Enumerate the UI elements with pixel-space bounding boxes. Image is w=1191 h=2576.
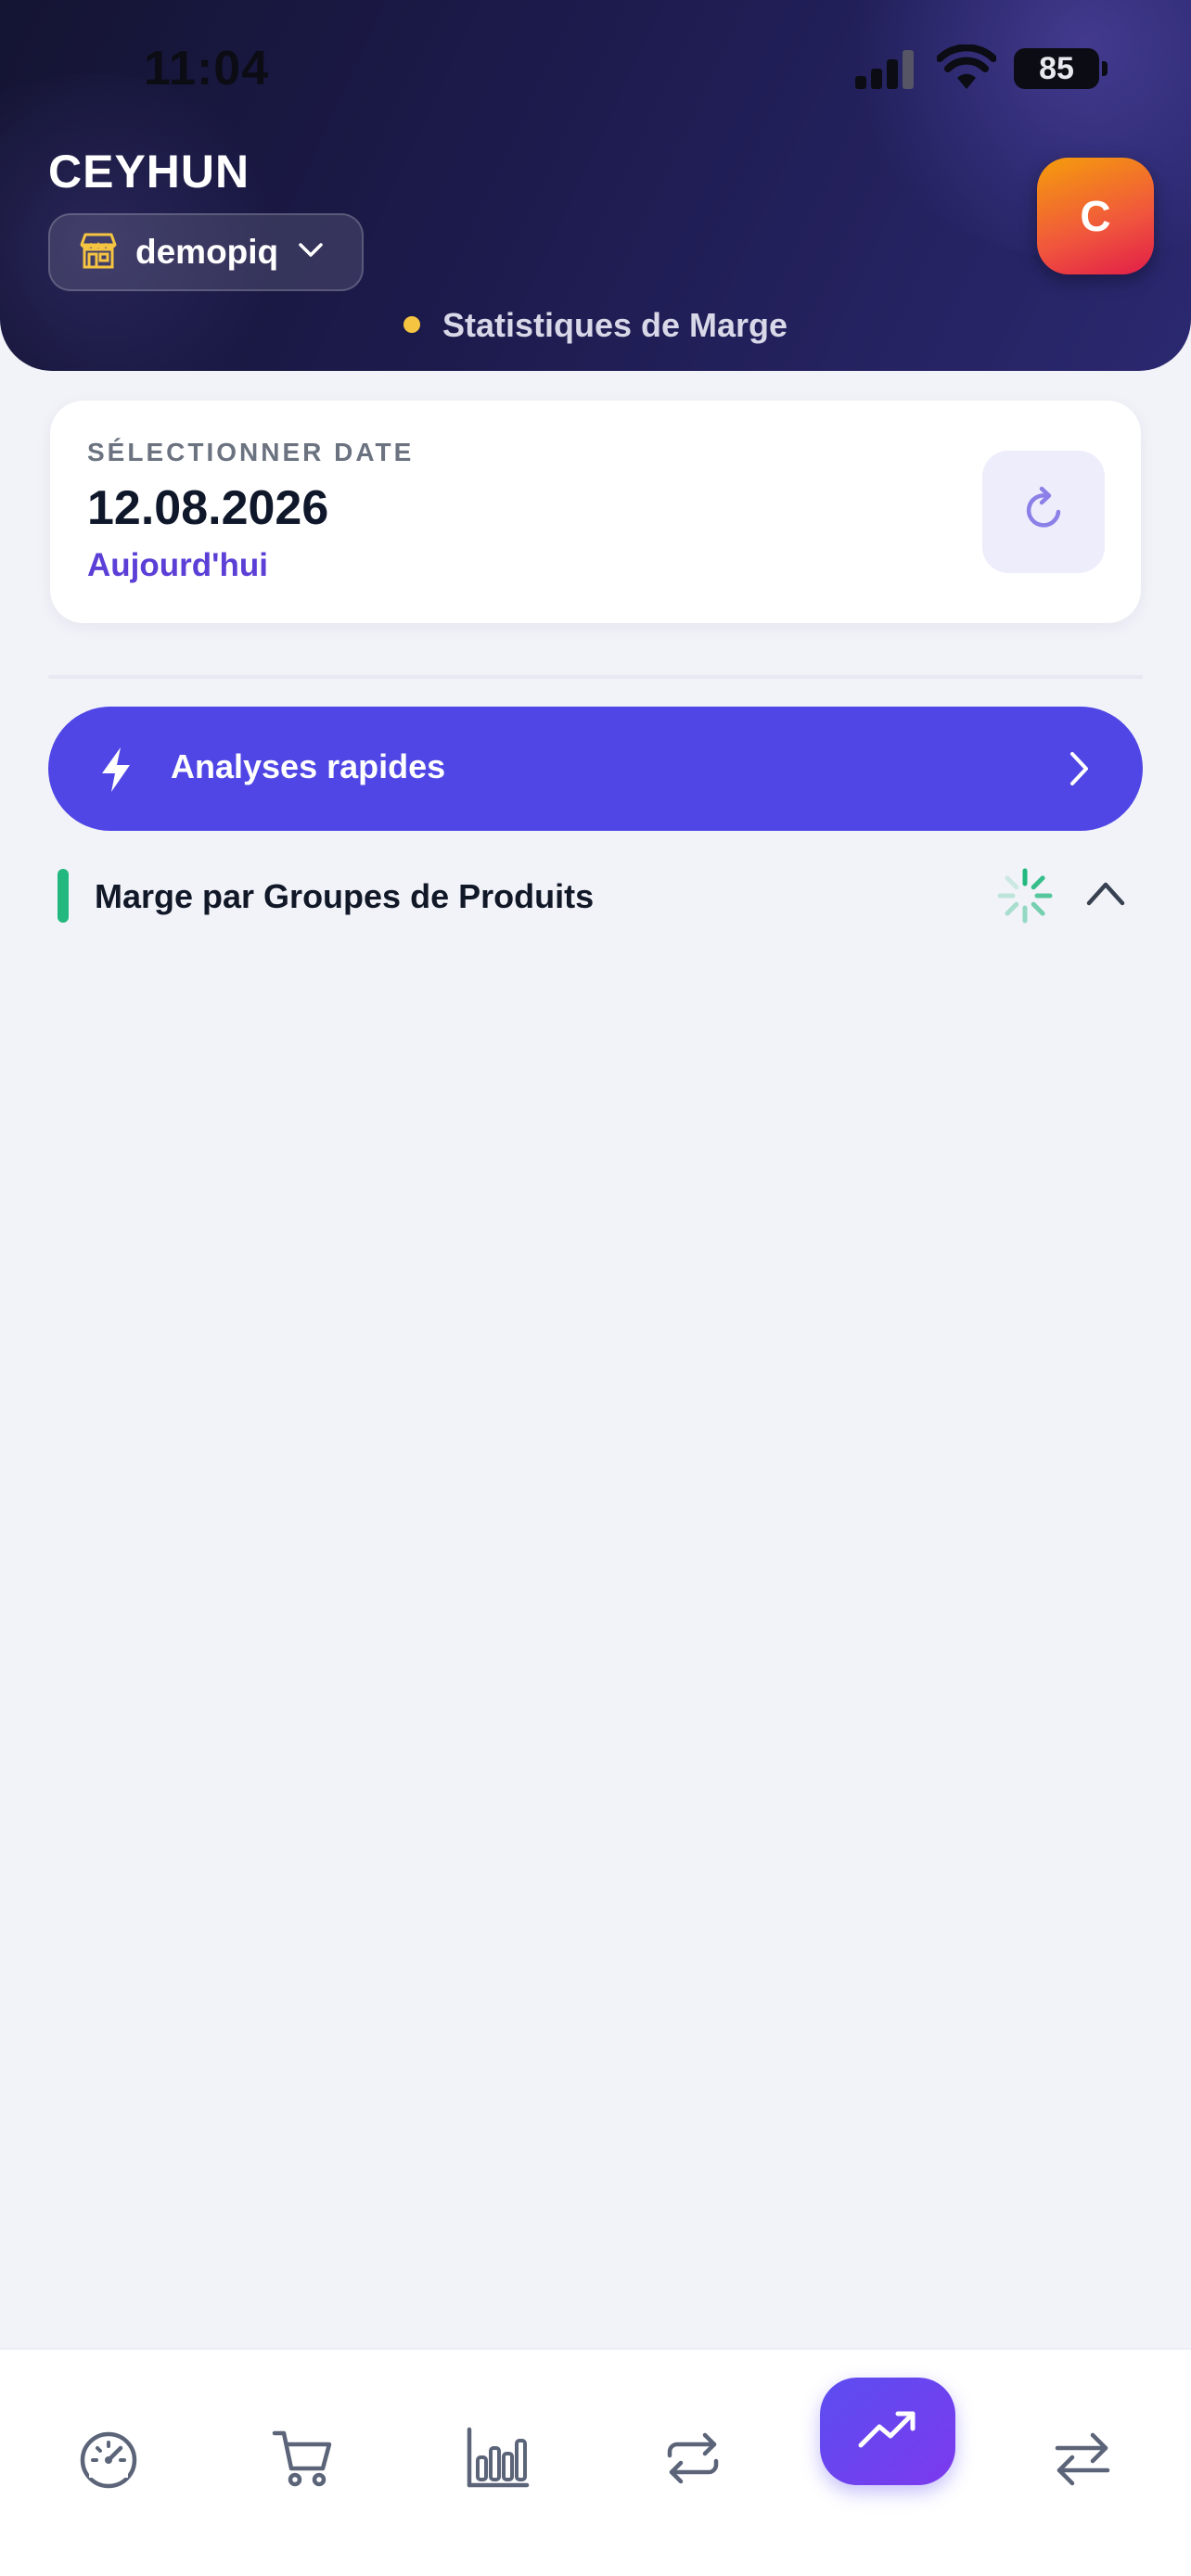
store-name: demopiq bbox=[135, 233, 279, 271]
refresh-icon bbox=[1018, 484, 1069, 541]
battery-indicator: 85 bbox=[1014, 48, 1108, 89]
store-selector[interactable]: demopiq bbox=[48, 213, 364, 291]
nav-dashboard[interactable] bbox=[76, 2428, 141, 2493]
app-header: 11:04 85 CEYHUN demopiq C Statistiques d… bbox=[0, 0, 1191, 371]
page-subtitle-text: Statistiques de Marge bbox=[442, 306, 788, 344]
nav-statistics[interactable] bbox=[466, 2426, 531, 2495]
section-title: Marge par Groupes de Produits bbox=[95, 877, 595, 915]
cart-icon bbox=[271, 2426, 336, 2495]
refresh-button[interactable] bbox=[982, 451, 1105, 573]
divider bbox=[48, 675, 1143, 679]
selected-date: 12.08.2026 bbox=[87, 481, 329, 535]
quick-analysis-label: Analyses rapides bbox=[171, 747, 446, 785]
status-bar: 11:04 85 bbox=[0, 0, 1191, 139]
transfer-arrows-icon bbox=[1050, 2426, 1115, 2495]
nav-transfers[interactable] bbox=[1050, 2428, 1115, 2493]
store-icon bbox=[78, 232, 119, 274]
repeat-icon bbox=[660, 2426, 725, 2495]
wifi-icon bbox=[936, 44, 997, 96]
chevron-up-icon[interactable] bbox=[1083, 877, 1128, 913]
nav-margin-active[interactable] bbox=[820, 2378, 955, 2485]
chevron-down-icon bbox=[297, 241, 325, 264]
status-time: 11:04 bbox=[144, 42, 270, 96]
status-dot bbox=[403, 316, 420, 333]
bottom-navigation bbox=[0, 2348, 1191, 2576]
quick-analysis-button[interactable]: Analyses rapides bbox=[48, 707, 1143, 831]
relative-date: Aujourd'hui bbox=[87, 547, 268, 583]
avatar[interactable]: C bbox=[1037, 158, 1154, 274]
nav-returns[interactable] bbox=[660, 2428, 725, 2493]
nav-sales[interactable] bbox=[271, 2428, 336, 2493]
date-selector-card[interactable]: SÉLECTIONNER DATE 12.08.2026 Aujourd'hui bbox=[50, 401, 1141, 623]
page-subtitle: Statistiques de Marge bbox=[0, 306, 1191, 345]
bar-chart-icon bbox=[466, 2426, 531, 2495]
loading-spinner-icon bbox=[995, 866, 1055, 930]
date-label: SÉLECTIONNER DATE bbox=[87, 438, 415, 466]
user-name: CEYHUN bbox=[48, 146, 250, 198]
cellular-signal-icon bbox=[853, 48, 918, 94]
dashboard-gauge-icon bbox=[76, 2426, 141, 2495]
trending-up-icon bbox=[855, 2406, 920, 2457]
section-accent-bar bbox=[58, 869, 69, 923]
bolt-icon bbox=[96, 746, 135, 798]
chevron-right-icon bbox=[1069, 750, 1091, 792]
